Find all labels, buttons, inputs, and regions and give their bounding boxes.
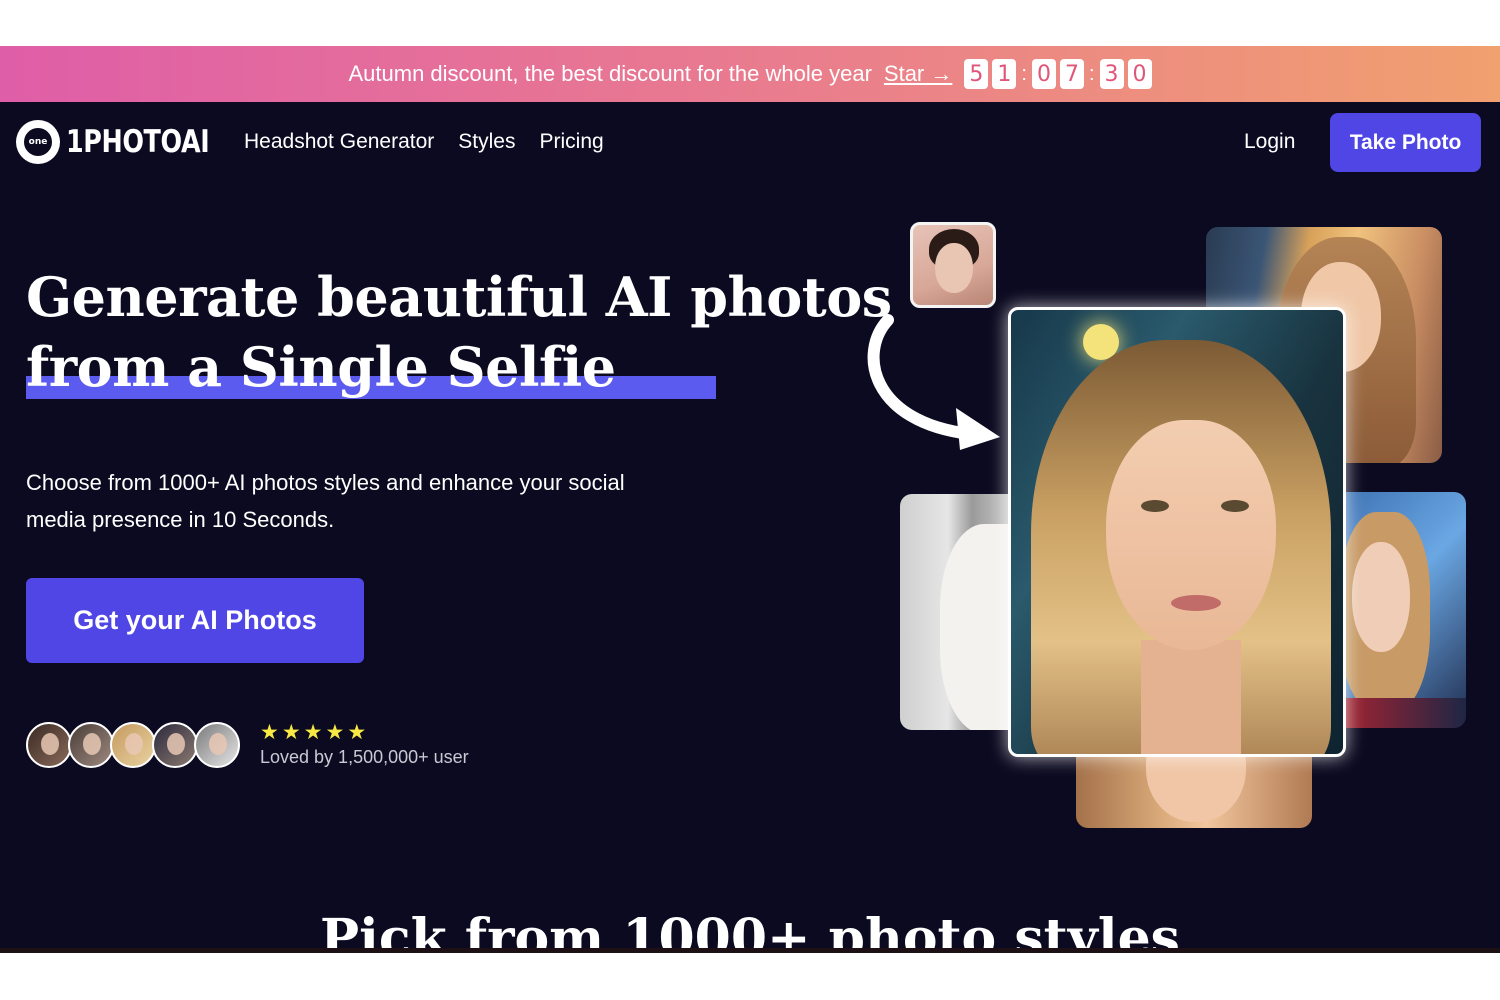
countdown-timer: 5 1 : 0 7 : 3 0 xyxy=(964,59,1152,89)
logo-text: 1PHOTOAI xyxy=(66,124,210,160)
countdown-separator: : xyxy=(1021,62,1027,85)
countdown-digit: 0 xyxy=(1127,59,1152,89)
brand-logo[interactable]: one 1PHOTOAI xyxy=(16,120,241,164)
avatar xyxy=(194,722,240,768)
star-icon: ★ xyxy=(325,721,345,744)
countdown-digit: 3 xyxy=(1099,59,1124,89)
top-navigation: one 1PHOTOAI Headshot Generator Styles P… xyxy=(0,102,1500,182)
curved-arrow-icon xyxy=(867,314,1000,450)
hero-headline-line2: from a Single Selfie xyxy=(26,335,616,399)
nav-link-headshot-generator[interactable]: Headshot Generator xyxy=(244,130,434,154)
styles-section-title: Pick from 1000+ photo styles xyxy=(320,908,1180,948)
nav-links: Headshot Generator Styles Pricing xyxy=(244,130,604,154)
landing-page: one 1PHOTOAI Headshot Generator Styles P… xyxy=(0,102,1500,948)
hero-headline-line1: Generate beautiful AI photos xyxy=(26,265,892,329)
hero-headline: Generate beautiful AI photos from a Sing… xyxy=(26,262,892,402)
get-ai-photos-button[interactable]: Get your AI Photos xyxy=(26,578,364,663)
loved-by-text: Loved by 1,500,000+ user xyxy=(260,747,469,767)
logo-icon: one xyxy=(16,120,60,164)
login-link[interactable]: Login xyxy=(1244,130,1295,154)
logo-mark-text: one xyxy=(21,125,55,159)
page-bottom-edge xyxy=(0,948,1500,953)
main-ai-photo xyxy=(1008,307,1346,757)
take-photo-button[interactable]: Take Photo xyxy=(1330,113,1481,172)
countdown-digit: 1 xyxy=(992,59,1017,89)
selfie-photo xyxy=(910,222,996,308)
countdown-digit: 5 xyxy=(964,59,989,89)
countdown-digit: 7 xyxy=(1059,59,1084,89)
promo-text: Autumn discount, the best discount for t… xyxy=(348,61,872,86)
promo-link[interactable]: Star → xyxy=(884,61,952,87)
star-icon: ★ xyxy=(303,721,323,744)
star-icon: ★ xyxy=(347,721,367,744)
avatar xyxy=(110,722,156,768)
ai-photo-sample xyxy=(1330,492,1466,728)
user-avatars xyxy=(26,722,240,768)
hero-subtitle: Choose from 1000+ AI photos styles and e… xyxy=(26,470,625,532)
avatar xyxy=(68,722,114,768)
promo-banner: Autumn discount, the best discount for t… xyxy=(0,46,1500,102)
countdown-separator: : xyxy=(1088,62,1095,85)
star-icon: ★ xyxy=(281,721,301,744)
ai-photo-sample xyxy=(900,494,1020,730)
rating-stars: ★ ★ ★ ★ ★ xyxy=(260,722,366,744)
nav-link-styles[interactable]: Styles xyxy=(458,130,515,154)
countdown-digit: 0 xyxy=(1031,59,1056,89)
star-icon: ★ xyxy=(260,721,279,744)
nav-link-pricing[interactable]: Pricing xyxy=(539,130,603,154)
avatar xyxy=(26,722,72,768)
avatar xyxy=(152,722,198,768)
